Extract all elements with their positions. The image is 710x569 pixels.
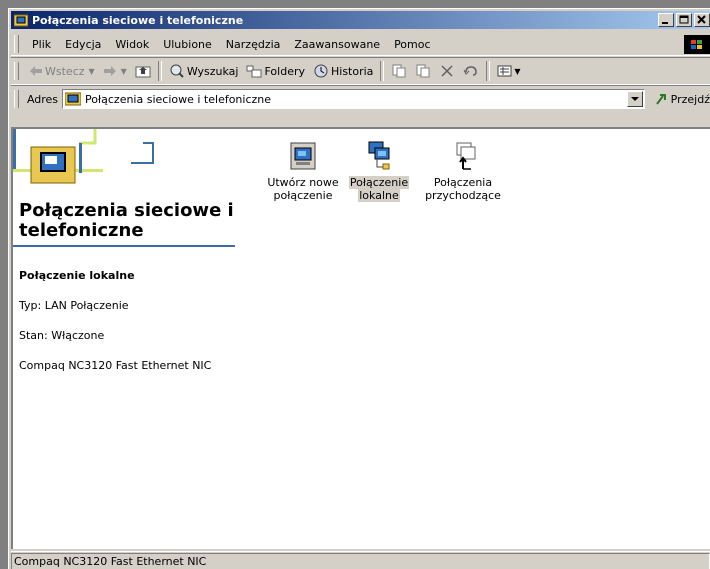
back-label: Wstecz [45, 64, 85, 78]
go-label: Przejdź [670, 92, 710, 106]
folders-icon [246, 65, 262, 78]
toolbar-separator [157, 61, 162, 81]
menu-zaawansowane[interactable]: Zaawansowane [287, 38, 387, 51]
network-folder-icon [65, 92, 82, 106]
forward-dropdown-icon[interactable]: ▼ [121, 67, 127, 76]
item-incoming-connections[interactable]: Połączenia przychodzące [423, 141, 503, 202]
delete-icon [441, 65, 453, 77]
standard-toolbar: Wstecz ▼ ▼ Wyszukaj Foldery Historia ▼ [11, 57, 710, 85]
history-icon [314, 64, 328, 78]
incoming-connections-icon [456, 142, 476, 170]
search-icon [170, 64, 184, 78]
menu-plik[interactable]: Plik [25, 38, 58, 51]
copy-to-icon [416, 64, 430, 78]
windows-flag-icon [691, 39, 702, 49]
maximize-icon [679, 15, 689, 24]
back-dropdown-icon[interactable]: ▼ [89, 67, 95, 76]
item-label-line2: przychodzące [425, 189, 501, 202]
address-value: Połączenia sieciowe i telefoniczne [85, 92, 272, 106]
window-title: Połączenia sieciowe i telefoniczne [32, 13, 244, 27]
search-button[interactable]: Wyszukaj [165, 60, 243, 82]
item-label-line2: lokalne [358, 189, 400, 202]
forward-button[interactable]: ▼ [99, 60, 131, 82]
close-button[interactable] [694, 13, 710, 27]
title-bar[interactable]: Połączenia sieciowe i telefoniczne [11, 11, 710, 29]
address-bar: Adres Połączenia sieciowe i telefoniczne… [11, 85, 710, 112]
windows-logo [684, 35, 710, 54]
views-dropdown-icon[interactable]: ▼ [514, 67, 520, 76]
menu-pomoc[interactable]: Pomoc [387, 38, 437, 51]
menu-grip[interactable] [14, 35, 19, 53]
connection-type: Typ: LAN Połączenie [19, 299, 129, 312]
status-text: Compaq NC3120 Fast Ethernet NIC [11, 553, 710, 569]
local-connection-icon [368, 141, 390, 170]
forward-arrow-icon [103, 66, 116, 76]
panel-title: Połączenia sieciowe i telefoniczne [19, 200, 234, 241]
item-label-line1: Połączenie [348, 176, 410, 189]
menu-narzedzia[interactable]: Narzędzia [219, 38, 288, 51]
toolbar-grip[interactable] [14, 62, 19, 80]
item-label-line1: Połączenia [433, 176, 493, 189]
up-folder-button[interactable] [131, 60, 155, 82]
address-label: Adres [26, 92, 59, 106]
connection-status: Stan: Włączone [19, 329, 105, 342]
address-input[interactable]: Połączenia sieciowe i telefoniczne [62, 89, 645, 109]
connection-device: Compaq NC3120 Fast Ethernet NIC [19, 359, 212, 372]
item-label-line1: Utwórz nowe [267, 176, 339, 189]
undo-button[interactable] [459, 60, 483, 82]
address-grip[interactable] [14, 90, 19, 108]
new-connection-icon [290, 142, 316, 170]
menu-ulubione[interactable]: Ulubione [156, 38, 219, 51]
back-arrow-icon [30, 66, 42, 76]
menu-edycja[interactable]: Edycja [58, 38, 108, 51]
delete-button[interactable] [435, 60, 459, 82]
folders-label: Foldery [264, 64, 305, 78]
minimize-button[interactable] [658, 13, 674, 27]
folder-view: Połączenia sieciowe i telefoniczne Połąc… [11, 127, 710, 549]
copy-to-button[interactable] [411, 60, 435, 82]
history-label: Historia [331, 64, 374, 78]
toolbar-separator [380, 61, 385, 81]
folders-button[interactable]: Foldery [242, 60, 309, 82]
network-folder-icon [14, 14, 28, 27]
undo-icon [463, 66, 478, 76]
go-arrow-icon [655, 94, 666, 105]
menu-bar: Plik Edycja Widok Ulubione Narzędzia Zaa… [11, 33, 710, 56]
web-view-panel: Połączenia sieciowe i telefoniczne Połąc… [13, 129, 235, 549]
panel-header-graphic [13, 129, 235, 199]
move-to-icon [392, 64, 406, 78]
close-icon [697, 15, 706, 24]
minimize-icon [662, 22, 668, 24]
up-folder-icon [135, 66, 151, 78]
search-label: Wyszukaj [186, 64, 239, 78]
menu-widok[interactable]: Widok [108, 38, 156, 51]
maximize-button[interactable] [676, 13, 692, 27]
item-local-connection[interactable]: Połączenie lokalne [339, 141, 419, 202]
go-button[interactable]: Przejdź [655, 92, 710, 106]
views-button[interactable]: ▼ [493, 60, 524, 82]
toolbar-separator [486, 61, 491, 81]
history-button[interactable]: Historia [309, 60, 377, 82]
back-button[interactable]: Wstecz ▼ [25, 60, 99, 82]
move-to-button[interactable] [387, 60, 411, 82]
selected-item-name: Połączenie lokalne [19, 269, 135, 282]
panel-divider [13, 245, 235, 247]
explorer-window: Połączenia sieciowe i telefoniczne Plik … [8, 8, 710, 569]
status-bar: Compaq NC3120 Fast Ethernet NIC [11, 551, 710, 569]
item-new-connection[interactable]: Utwórz nowe połączenie [263, 141, 343, 202]
views-icon [497, 65, 512, 77]
item-label-line2: połączenie [273, 189, 333, 202]
chevron-down-icon [630, 96, 639, 101]
address-dropdown-button[interactable] [626, 91, 643, 107]
